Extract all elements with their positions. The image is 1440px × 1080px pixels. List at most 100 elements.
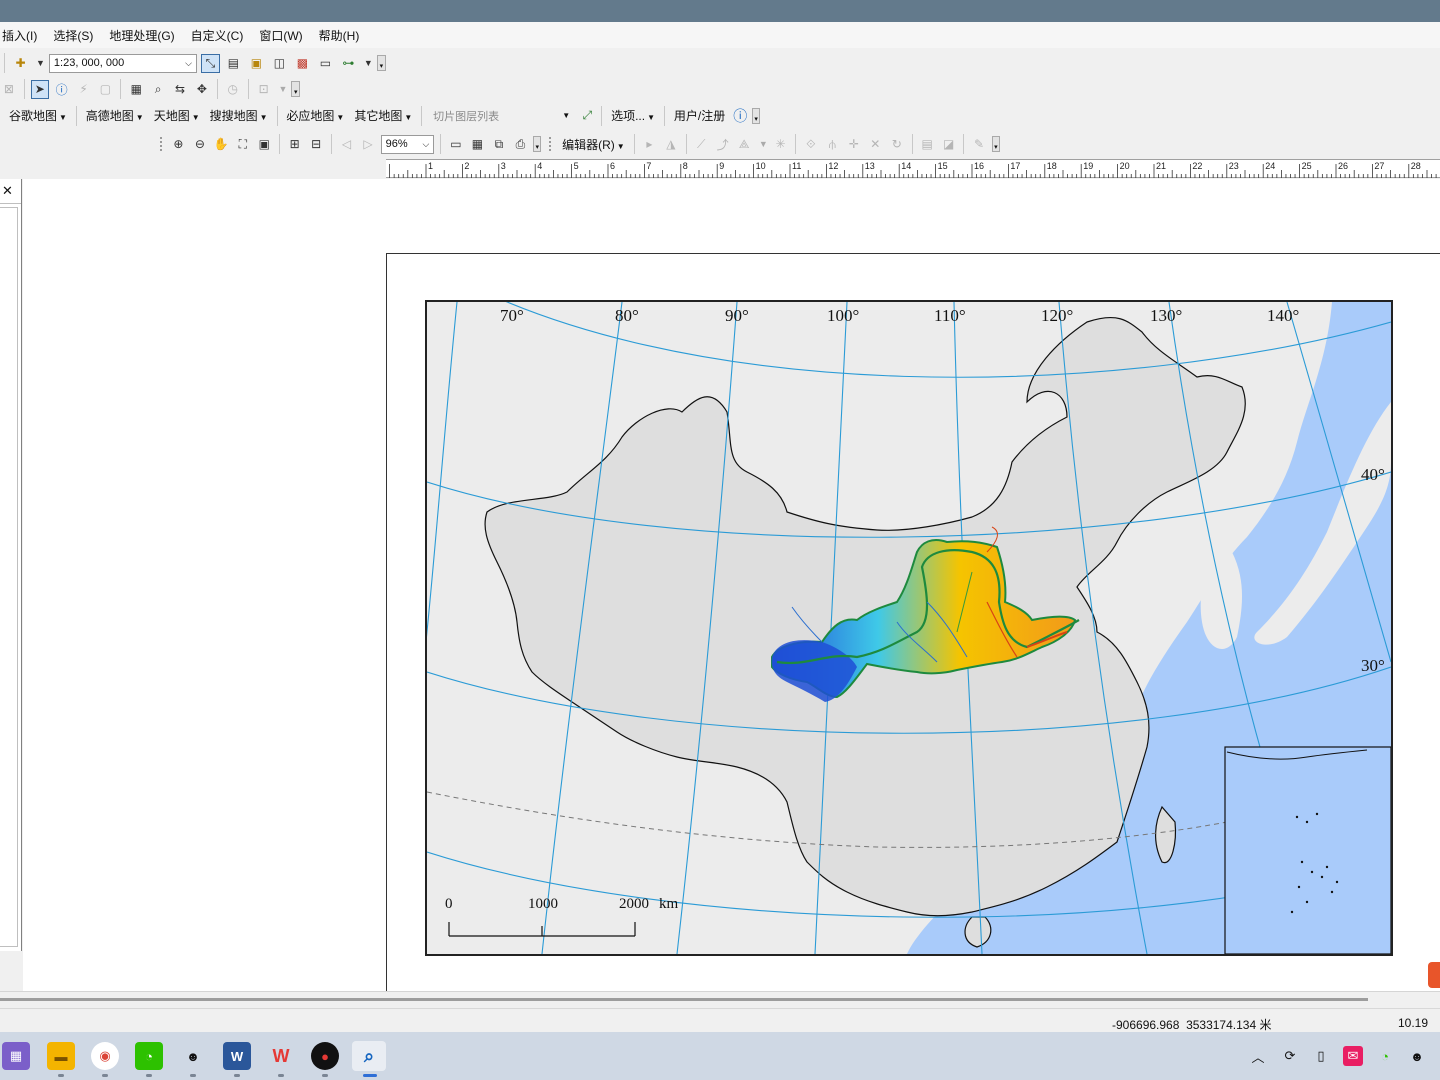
straight-segment-icon[interactable]: ⟋ (692, 135, 709, 154)
other-maps-dropdown[interactable]: 其它地图 ▼ (351, 107, 415, 124)
hyperlink-icon[interactable]: ⚡ (75, 80, 93, 99)
pan-page-icon[interactable]: ✋ (213, 135, 230, 154)
word-icon[interactable]: W (223, 1042, 251, 1070)
cut-polygons-icon[interactable]: ✛ (845, 135, 862, 154)
toolbar-grip[interactable] (549, 137, 555, 151)
chevron-down-icon[interactable]: ▼ (364, 58, 373, 68)
toolbar-grip[interactable] (160, 137, 166, 151)
wechat-tray-icon[interactable]: ◔ (1375, 1046, 1395, 1066)
editor-dropdown[interactable]: 编辑器(R) ▼ (559, 136, 628, 153)
editor-toolbar-icon[interactable]: ⤡ (200, 53, 220, 73)
select-elements-icon[interactable]: ➤ (30, 79, 49, 99)
toolbar-overflow-icon[interactable]: ▾ (376, 55, 386, 71)
qq-tray-icon[interactable]: ☻ (1407, 1046, 1427, 1066)
tianditu-dropdown[interactable]: 天地图 ▼ (151, 107, 203, 124)
toolbar-overflow-icon[interactable]: ▾ (291, 81, 301, 97)
toolbar-overflow-icon[interactable]: ▾ (991, 136, 1001, 152)
google-maps-dropdown[interactable]: 谷歌地图 ▼ (6, 107, 70, 124)
chevron-down-icon[interactable]: ▼ (759, 139, 768, 149)
zoom-in-page-icon[interactable]: ⊕ (170, 135, 187, 154)
fixed-zoom-in-icon[interactable]: ⊞ (286, 135, 303, 154)
sketch-properties-icon[interactable]: ◪ (940, 135, 957, 154)
trace-icon[interactable]: ⟁ (735, 135, 752, 154)
fixed-zoom-out-icon[interactable]: ⊟ (307, 135, 324, 154)
add-tile-layer-icon[interactable]: ⤢ (579, 106, 595, 125)
menu-insert[interactable]: 插入(I) (0, 27, 45, 44)
qq-icon[interactable]: ☻ (179, 1042, 207, 1070)
menu-customize[interactable]: 自定义(C) (183, 27, 252, 44)
arctoolbox-icon[interactable]: ▩ (293, 54, 312, 73)
go-back-extent-icon[interactable]: ◁ (338, 135, 355, 154)
layer-tree[interactable] (0, 207, 18, 947)
search-window-icon[interactable]: ◫ (270, 54, 289, 73)
info-icon[interactable]: ⓘ (732, 106, 748, 125)
toolbar-divider (963, 134, 965, 154)
viewer-window-icon[interactable]: ⊡ (255, 80, 273, 99)
find-route-icon[interactable]: ⇆ (171, 80, 189, 99)
chevron-down-icon[interactable]: ▼ (279, 84, 288, 94)
split-tool-icon[interactable]: ✕ (867, 135, 884, 154)
point-icon[interactable]: ✳ (772, 135, 789, 154)
data-driven-pages-icon[interactable]: ⎙ (512, 135, 529, 154)
horizontal-scrollbar[interactable] (0, 991, 1440, 1007)
recorder-icon[interactable]: ● (311, 1042, 339, 1070)
layout-zoom-combo[interactable]: 96% ⌵ (380, 134, 435, 154)
amap-dropdown[interactable]: 高德地图 ▼ (83, 107, 147, 124)
html-popup-icon[interactable]: ▢ (97, 80, 115, 99)
clear-selection-icon[interactable]: ⊠ (0, 80, 18, 99)
model-builder-icon[interactable]: ⊶ (339, 54, 358, 73)
end-point-arc-icon[interactable]: ⤴ (714, 135, 731, 154)
close-icon[interactable]: ✕ (2, 183, 13, 199)
map-data-frame[interactable]: 70° 80° 90° 100° 110° 120° 130° 140° 40°… (425, 300, 1393, 956)
arcmap-icon[interactable]: ⌕ (355, 1042, 383, 1070)
rotate-tool-icon[interactable]: ↻ (888, 135, 905, 154)
menu-help[interactable]: 帮助(H) (311, 27, 368, 44)
goto-xy-icon[interactable]: ✥ (193, 80, 211, 99)
toolbar-overflow-icon[interactable]: ▾ (752, 107, 761, 124)
wps-icon[interactable]: W (267, 1042, 295, 1070)
edit-tool-icon[interactable]: ▸ (641, 135, 658, 154)
edit-vertices-icon[interactable]: ⟐ (802, 135, 819, 154)
bing-maps-dropdown[interactable]: 必应地图 ▼ (283, 107, 347, 124)
add-data-icon[interactable]: ✚ (11, 54, 30, 73)
change-layout-icon[interactable]: ⧉ (490, 135, 507, 154)
focus-data-frame-icon[interactable]: ▦ (469, 135, 486, 154)
chrome-icon[interactable]: ◉ (91, 1042, 119, 1070)
wechat-icon[interactable]: ◔ (135, 1042, 163, 1070)
menu-selection[interactable]: 选择(S) (45, 27, 101, 44)
zoom-out-page-icon[interactable]: ⊖ (191, 135, 208, 154)
app-launcher-icon[interactable]: ▦ (2, 1042, 30, 1070)
side-widget[interactable] (1428, 962, 1440, 988)
user-register-button[interactable]: 用户/注册 (671, 107, 728, 124)
edit-annotation-icon[interactable]: ◮ (662, 135, 679, 154)
options-dropdown[interactable]: 选项... ▼ (608, 107, 658, 124)
chevron-up-icon[interactable]: ︿ (1248, 1046, 1268, 1066)
python-window-icon[interactable]: ▭ (316, 54, 335, 73)
file-explorer-icon[interactable]: ▬ (47, 1042, 75, 1070)
reshape-feature-icon[interactable]: ⫛ (824, 135, 841, 154)
catalog-icon[interactable]: ▣ (247, 54, 266, 73)
chevron-down-icon[interactable]: ▼ (36, 58, 45, 68)
table-of-contents-icon[interactable]: ▤ (224, 54, 243, 73)
identify-icon[interactable]: ⓘ (53, 80, 71, 99)
create-features-icon[interactable]: ✎ (970, 135, 987, 154)
find-icon[interactable]: ⌕ (149, 80, 167, 99)
tile-layer-select[interactable]: 切片图层列表 ▼ (428, 106, 575, 125)
menu-windows[interactable]: 窗口(W) (251, 27, 310, 44)
menu-geoprocessing[interactable]: 地理处理(G) (101, 27, 182, 44)
attributes-icon[interactable]: ▤ (918, 135, 935, 154)
notification-app-icon[interactable]: ✉ (1343, 1046, 1363, 1066)
measure-icon[interactable]: ▦ (127, 80, 145, 99)
zoom-100-percent-icon[interactable]: ▣ (256, 135, 273, 154)
soso-maps-dropdown[interactable]: 搜搜地图 ▼ (207, 107, 271, 124)
scrollbar-thumb[interactable] (0, 998, 1368, 1001)
map-scale-combo[interactable]: 1:23, 000, 000 ⌵ (48, 53, 197, 73)
sync-icon[interactable]: ⟳ (1280, 1046, 1300, 1066)
time-slider-icon[interactable]: ◷ (224, 80, 242, 99)
island-dot (1320, 875, 1324, 879)
battery-icon[interactable]: ▯ (1311, 1046, 1331, 1066)
go-forward-extent-icon[interactable]: ▷ (359, 135, 376, 154)
zoom-whole-page-icon[interactable]: ⛶ (234, 135, 251, 154)
toolbar-overflow-icon[interactable]: ▾ (533, 136, 542, 152)
toggle-draft-mode-icon[interactable]: ▭ (447, 135, 464, 154)
